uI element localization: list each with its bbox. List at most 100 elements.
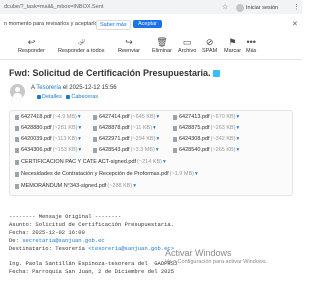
headers-link[interactable]: Cabeceras — [71, 94, 98, 100]
chevron-down-icon[interactable]: ▾ — [237, 136, 240, 142]
file-icon — [93, 136, 97, 142]
browser-menu-icon[interactable]: ⋮ — [293, 3, 300, 11]
attachment-item[interactable]: 6422971.pdf (~294 KB) ▾ — [93, 136, 159, 142]
from-email-link[interactable]: secretaria@sanjuan.gob.ec — [22, 237, 105, 244]
attachment-size: (~281 KB) — [52, 125, 78, 131]
open-in-new-window-icon[interactable] — [212, 70, 220, 78]
attachment-name: 6428875.pdf — [179, 125, 210, 131]
learn-more-button[interactable]: Saber más — [96, 20, 131, 30]
reply-all-label: Responder a todos — [58, 48, 105, 54]
sender-prefix: A — [31, 85, 35, 91]
chevron-down-icon[interactable]: ▾ — [163, 159, 166, 165]
delete-button[interactable]: 🗑 Eliminar — [152, 36, 172, 54]
file-icon — [93, 147, 97, 153]
windows-activation-watermark: Activar Windows Ve a Configuración para … — [165, 248, 267, 265]
attachment-size: (~214 KB) — [137, 159, 162, 165]
signin-button[interactable]: Iniciar sesión — [236, 4, 278, 12]
attachment-item[interactable]: 6424308.pdf (~342 KB) ▾ — [173, 136, 239, 142]
mark-button[interactable]: ⚑ Marcar — [224, 36, 241, 54]
chevron-down-icon[interactable]: ▾ — [157, 136, 160, 142]
message-toolbar: ↩ Responder ⮰ Responder a todos ↪ Reenvi… — [0, 34, 302, 60]
attachment-name: 6424308.pdf — [179, 136, 210, 142]
more-label: Más — [246, 48, 257, 54]
attachment-size: (~670 KB) — [210, 114, 236, 120]
reply-all-button[interactable]: ⮰ Responder a todos — [58, 36, 104, 54]
attachment-size: (~153 KB) — [52, 147, 78, 153]
message-subject: Fwd: Solicitud de Certificación Presupue… — [9, 68, 220, 78]
file-icon — [93, 125, 97, 131]
reply-all-icon: ⮰ — [77, 37, 85, 47]
attachment-item[interactable]: 6428543.pdf (~3.3 MB) ▾ — [93, 147, 159, 153]
watermark-subtitle: Ve a Configuración para activar Windows. — [165, 259, 268, 265]
attachment-item[interactable]: Necesidades de Contratación y Recepción … — [15, 171, 198, 177]
file-icon — [173, 125, 177, 131]
attachment-item[interactable]: 6428878.pdf (~11 KB) ▾ — [93, 125, 156, 131]
attachment-item[interactable]: 6427414.pdf (~645 KB) ▾ — [93, 114, 159, 120]
chevron-down-icon[interactable]: ▾ — [153, 125, 156, 131]
file-icon — [15, 147, 19, 153]
url-text[interactable]: dcube/?_task=mail&_mbox=INBOX.Sent — [4, 4, 103, 10]
more-button[interactable]: ••• Más — [246, 36, 256, 54]
attachment-size: (~294 KB) — [130, 136, 156, 142]
chevron-down-icon[interactable]: ▾ — [237, 147, 240, 153]
archive-icon: ▭ — [182, 37, 192, 47]
attachment-size: (~1.9 MB) — [169, 171, 194, 177]
chevron-down-icon[interactable]: ▾ — [133, 183, 136, 189]
attachment-name: 6434306.pdf — [21, 147, 52, 153]
archive-button[interactable]: ▭ Archivo — [178, 36, 196, 54]
forward-button[interactable]: ↪ Reenviar — [118, 36, 140, 54]
chevron-down-icon[interactable]: ▾ — [195, 171, 198, 177]
bookmark-star-icon[interactable]: ☆ — [222, 3, 228, 11]
forward-label: Reenviar — [118, 48, 141, 54]
chevron-down-icon[interactable]: ▾ — [78, 136, 81, 142]
flag-icon: ⚑ — [228, 37, 237, 47]
body-from-label: De: — [9, 236, 23, 244]
attachment-item[interactable]: 6428880.pdf (~281 KB) ▾ — [15, 125, 81, 131]
attachment-item[interactable]: MEMORÁNDUM N°343-signed.pdf (~288 KB) ▾ — [15, 183, 136, 189]
browser-address-bar[interactable]: dcube/?_task=mail&_mbox=INBOX.Sent ☆ Ini… — [0, 0, 302, 14]
body-signature-line: Ing. Paola Santillán Espinoza-tesorera d… — [9, 260, 178, 268]
attachment-item[interactable]: CERTIFICACION PAC Y CATE ACT-signed.pdf(… — [15, 159, 166, 165]
close-icon[interactable]: ✕ — [292, 20, 298, 28]
to-email-link[interactable]: <tesoreria@sanjuan.gob.ec> — [88, 245, 174, 252]
sender-avatar — [10, 84, 25, 99]
attachment-name: 6422971.pdf — [99, 136, 130, 142]
file-icon — [15, 183, 19, 189]
file-icon — [93, 114, 97, 120]
file-icon — [173, 114, 177, 120]
chevron-down-icon[interactable]: ▾ — [78, 114, 81, 120]
chevron-down-icon[interactable]: ▾ — [237, 125, 240, 131]
chevron-down-icon[interactable]: ▾ — [79, 125, 82, 131]
chevron-down-icon[interactable]: ▾ — [156, 147, 159, 153]
attachment-item[interactable]: 6428540.pdf (~265 KB) ▾ — [173, 147, 239, 153]
trash-icon: 🗑 — [156, 37, 168, 47]
spam-icon: ⊘ — [205, 37, 214, 47]
mark-label: Marcar — [224, 48, 242, 54]
attachment-item[interactable]: 6420039.pdf (~113 KB) ▾ — [15, 136, 81, 142]
delete-label: Eliminar — [152, 48, 172, 54]
attachment-size: (~342 KB) — [210, 136, 236, 142]
body-subject-line: Asunto: Solicitud de Certificación Presu… — [9, 220, 175, 228]
file-icon — [15, 159, 19, 165]
file-icon — [173, 147, 177, 153]
spam-button[interactable]: ⊘ SPAM — [202, 36, 217, 54]
attachment-item[interactable]: 6427413.pdf (~670 KB) ▾ — [173, 114, 239, 120]
attachment-item[interactable]: 6434306.pdf (~153 KB) ▾ — [15, 147, 81, 153]
sender-name-link[interactable]: Tesorería — [36, 85, 61, 91]
attachment-name: 6428540.pdf — [179, 147, 210, 153]
headers-icon — [66, 94, 71, 99]
details-link[interactable]: Detalles — [42, 94, 62, 100]
body-place-date-line: Fecha: Parroquia San Juan, 2 de Diciembr… — [9, 268, 175, 276]
more-icon: ••• — [246, 37, 256, 47]
attachment-size: (~288 KB) — [107, 183, 133, 189]
archive-label: Archivo — [178, 48, 197, 54]
chevron-down-icon[interactable]: ▾ — [237, 114, 240, 120]
reply-button[interactable]: ↩ Responder — [18, 36, 45, 54]
accept-button[interactable]: Aceptar — [133, 20, 162, 28]
details-icon — [37, 94, 41, 99]
attachment-item[interactable]: 6428875.pdf (~263 KB) ▾ — [173, 125, 239, 131]
chevron-down-icon[interactable]: ▾ — [79, 147, 82, 153]
chevron-down-icon[interactable]: ▾ — [157, 114, 160, 120]
attachment-item[interactable]: 6427418.pdf (~4.9 MB) ▾ — [15, 114, 81, 120]
original-message-separator: -------- Mensaje Original -------- — [9, 213, 122, 220]
